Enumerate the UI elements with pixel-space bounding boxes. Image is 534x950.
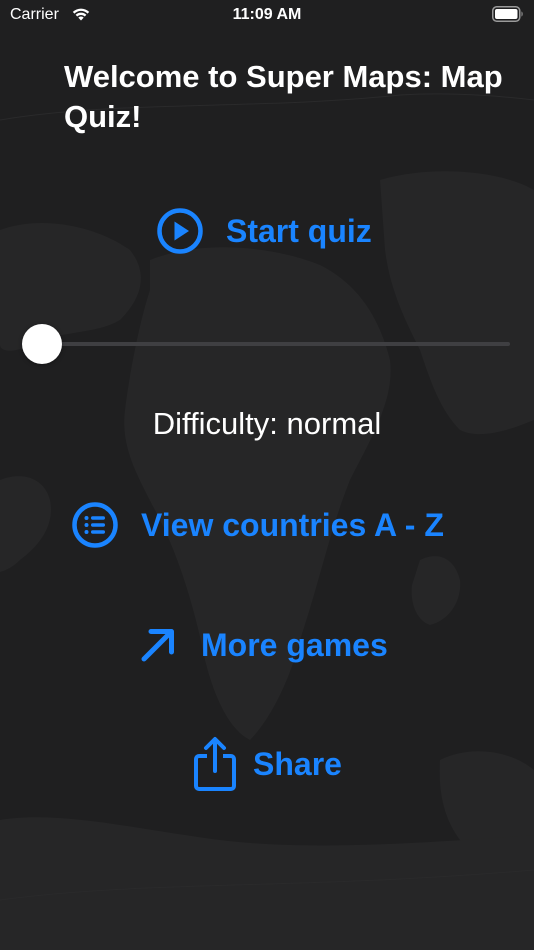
share-button[interactable]: Share: [193, 736, 342, 792]
list-circle-icon: [71, 501, 119, 549]
slider-thumb[interactable]: [22, 324, 62, 364]
app-screen: Carrier 11:09 AM Welcome to Super Maps: …: [0, 0, 534, 950]
start-quiz-button[interactable]: Start quiz: [156, 206, 372, 256]
view-countries-button[interactable]: View countries A - Z: [71, 500, 444, 550]
slider-track: [32, 342, 510, 346]
start-quiz-label: Start quiz: [226, 212, 372, 249]
page-title: Welcome to Super Maps: Map Quiz!: [64, 59, 503, 134]
more-games-label: More games: [201, 626, 388, 663]
world-map-background: [0, 93, 534, 950]
play-circle-icon: [156, 207, 204, 255]
share-label: Share: [253, 745, 342, 782]
difficulty-label: Difficulty: normal: [152, 406, 382, 441]
status-time: 11:09 AM: [232, 6, 302, 23]
view-countries-label: View countries A - Z: [141, 506, 444, 543]
battery-icon: [492, 6, 524, 27]
difficulty-slider[interactable]: [22, 324, 510, 364]
arrow-up-right-icon: [139, 626, 177, 664]
status-bar: Carrier 11:09 AM: [0, 0, 534, 30]
more-games-button[interactable]: More games: [139, 622, 388, 668]
share-icon: [193, 736, 237, 792]
